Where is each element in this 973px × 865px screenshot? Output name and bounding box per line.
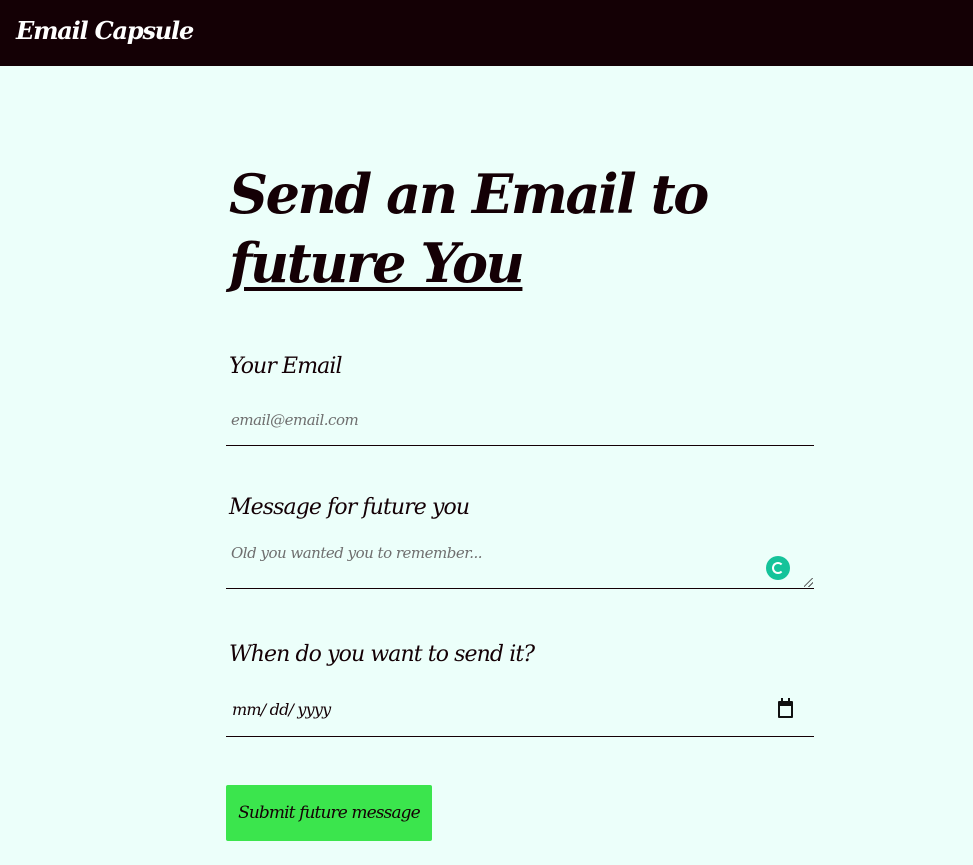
top-bar: Email Capsule (0, 0, 973, 66)
page-title-line-2: future You (229, 229, 849, 298)
message-label: Message for future you (229, 495, 470, 520)
date-field[interactable]: mm/ dd/ yyyy (226, 682, 814, 737)
page-title: Send an Email to future You (229, 160, 849, 298)
email-field-wrapper (226, 394, 814, 446)
calendar-icon[interactable] (778, 698, 793, 718)
grammarly-icon[interactable] (766, 556, 790, 580)
brand-title[interactable]: Email Capsule (16, 16, 194, 46)
submit-button[interactable]: Submit future message (226, 785, 432, 841)
page-title-accent: future You (229, 231, 525, 295)
message-textarea[interactable] (226, 538, 814, 588)
resize-handle[interactable] (804, 578, 813, 587)
page-title-line-1: Send an Email to (229, 162, 709, 226)
email-label: Your Email (229, 354, 343, 379)
date-label: When do you want to send it? (229, 642, 535, 667)
email-field[interactable] (226, 394, 814, 445)
message-field-wrapper (226, 538, 814, 589)
date-placeholder[interactable]: mm/ dd/ yyyy (232, 682, 331, 736)
